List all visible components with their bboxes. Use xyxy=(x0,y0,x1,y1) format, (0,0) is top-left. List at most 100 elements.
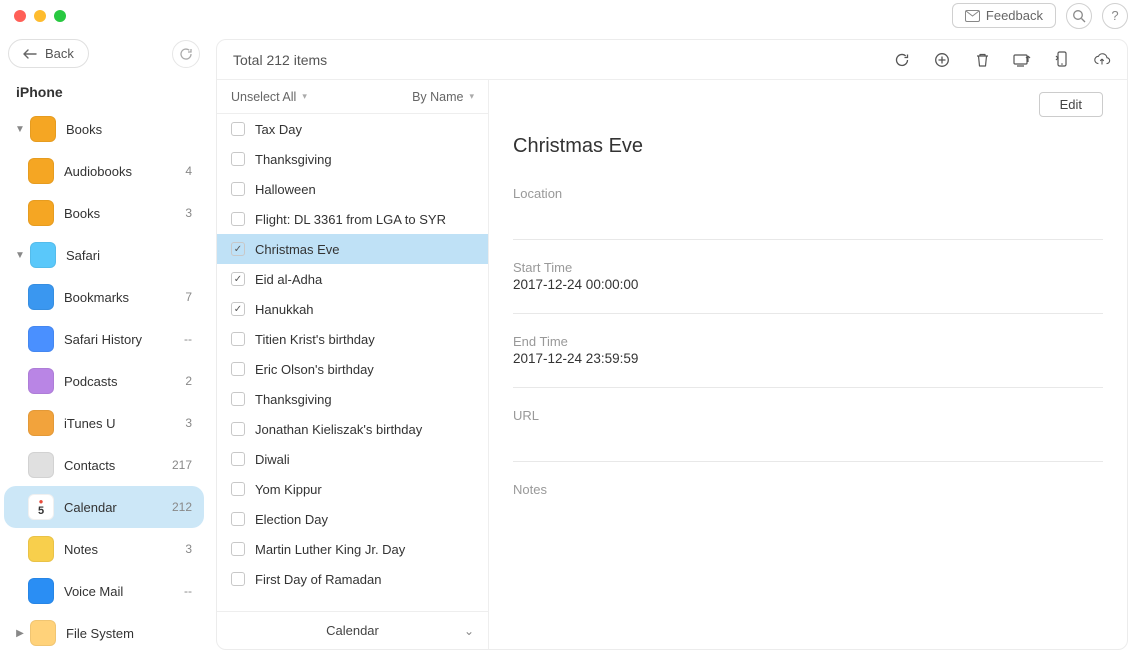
toolbar xyxy=(893,51,1111,69)
sidebar-item-label: Contacts xyxy=(64,458,172,473)
sidebar-item-label: Podcasts xyxy=(64,374,185,389)
notes-label: Notes xyxy=(513,482,1103,497)
start-time-field: Start Time 2017-12-24 00:00:00 xyxy=(513,260,1103,293)
checkbox[interactable] xyxy=(231,182,245,196)
event-list[interactable]: Tax Day Thanksgiving HalloweenFlight: DL 3… xyxy=(217,114,488,611)
event-list-row[interactable]: Martin Luther King Jr. Day xyxy=(217,534,488,564)
feedback-button[interactable]: Feedback xyxy=(952,3,1056,28)
checkbox[interactable] xyxy=(231,272,245,286)
event-label: Titien Krist's birthday xyxy=(255,332,375,347)
end-time-label: End Time xyxy=(513,334,1103,349)
chevron-down-icon: ▾ xyxy=(302,91,307,102)
event-list-row[interactable]: Hanukkah xyxy=(217,294,488,324)
sidebar-item-count: 3 xyxy=(185,542,192,556)
checkbox[interactable] xyxy=(231,422,245,436)
app-icon xyxy=(28,536,54,562)
event-list-row[interactable]: Eric Olson's birthday xyxy=(217,354,488,384)
checkbox[interactable] xyxy=(231,242,245,256)
event-list-row[interactable]: First Day of Ramadan xyxy=(217,564,488,594)
sidebar-item[interactable]: Books3 xyxy=(4,192,204,234)
event-label: Eid al-Adha xyxy=(255,272,322,287)
checkbox[interactable] xyxy=(231,332,245,346)
sidebar-refresh-button[interactable] xyxy=(172,40,200,68)
event-list-row[interactable]: Flight: DL 3361 from LGA to SYR xyxy=(217,204,488,234)
sort-toggle[interactable]: By Name ▾ xyxy=(412,90,474,104)
minimize-window-button[interactable] xyxy=(34,10,46,22)
sidebar-item[interactable]: iTunes U3 xyxy=(4,402,204,444)
sidebar-item[interactable]: Notes3 xyxy=(4,528,204,570)
edit-button[interactable]: Edit xyxy=(1039,92,1103,117)
event-label: Martin Luther King Jr. Day xyxy=(255,542,405,557)
checkbox[interactable] xyxy=(231,362,245,376)
checkbox[interactable] xyxy=(231,452,245,466)
checkbox[interactable] xyxy=(231,212,245,226)
sidebar: Back iPhone ▼BooksAudiobooks4Books3▼Safa… xyxy=(0,31,216,662)
list-header: Unselect All ▾ By Name ▾ xyxy=(217,80,488,114)
checkbox[interactable] xyxy=(231,122,245,136)
select-all-toggle[interactable]: Unselect All ▾ xyxy=(231,90,307,104)
sidebar-item[interactable]: Podcasts2 xyxy=(4,360,204,402)
delete-button[interactable] xyxy=(973,51,991,69)
refresh-button[interactable] xyxy=(893,51,911,69)
sidebar-group-header[interactable]: ▶File System xyxy=(4,612,204,654)
total-items-label: Total 212 items xyxy=(233,52,327,68)
event-list-row[interactable]: Thanksgiving xyxy=(217,384,488,414)
event-list-row[interactable]: Election Day xyxy=(217,504,488,534)
to-device-button[interactable] xyxy=(1013,51,1031,69)
back-button[interactable]: Back xyxy=(8,39,89,68)
event-list-row[interactable]: Diwali xyxy=(217,444,488,474)
url-value xyxy=(513,425,1103,441)
event-list-row[interactable]: Yom Kippur xyxy=(217,474,488,504)
maximize-window-button[interactable] xyxy=(54,10,66,22)
sidebar-item-count: 3 xyxy=(185,206,192,220)
sidebar-item-count: 212 xyxy=(172,500,192,514)
divider xyxy=(513,387,1103,388)
checkbox[interactable] xyxy=(231,152,245,166)
checkbox[interactable] xyxy=(231,482,245,496)
expand-icon: ▼ xyxy=(14,124,26,135)
event-list-row[interactable]: Tax Day xyxy=(217,114,488,144)
main-header: Total 212 items xyxy=(217,40,1127,80)
to-cloud-button[interactable] xyxy=(1093,51,1111,69)
select-all-label: Unselect All xyxy=(231,90,296,104)
sidebar-item[interactable]: ●5Calendar212 xyxy=(4,486,204,528)
sidebar-item-label: Bookmarks xyxy=(64,290,185,305)
divider xyxy=(513,461,1103,462)
close-window-button[interactable] xyxy=(14,10,26,22)
event-list-row[interactable]: Halloween xyxy=(217,174,488,204)
titlebar-right: Feedback ? xyxy=(952,3,1128,29)
event-list-row[interactable]: Eid al-Adha xyxy=(217,264,488,294)
event-list-row[interactable]: Titien Krist's birthday xyxy=(217,324,488,354)
list-footer[interactable]: Calendar ⌄ xyxy=(217,611,488,649)
start-time-label: Start Time xyxy=(513,260,1103,275)
event-label: Tax Day xyxy=(255,122,302,137)
sidebar-group-header[interactable]: ▼Safari xyxy=(4,234,204,276)
sidebar-group-header[interactable]: ▼Books xyxy=(4,108,204,150)
event-label: Thanksgiving xyxy=(255,392,332,407)
checkbox[interactable] xyxy=(231,392,245,406)
app-icon xyxy=(30,116,56,142)
event-label: Hanukkah xyxy=(255,302,314,317)
checkbox[interactable] xyxy=(231,542,245,556)
event-list-row[interactable]: Thanksgiving xyxy=(217,144,488,174)
help-button[interactable]: ? xyxy=(1102,3,1128,29)
sidebar-item[interactable]: Audiobooks4 xyxy=(4,150,204,192)
sidebar-item[interactable]: Voice Mail-- xyxy=(4,570,204,612)
event-label: First Day of Ramadan xyxy=(255,572,381,587)
add-button[interactable] xyxy=(933,51,951,69)
checkbox[interactable] xyxy=(231,512,245,526)
to-phone-button[interactable] xyxy=(1053,51,1071,69)
arrow-left-icon xyxy=(23,49,37,59)
search-button[interactable] xyxy=(1066,3,1092,29)
back-label: Back xyxy=(45,46,74,61)
event-list-row[interactable]: Christmas Eve xyxy=(217,234,488,264)
event-label: Thanksgiving xyxy=(255,152,332,167)
sidebar-item-label: Notes xyxy=(64,542,185,557)
checkbox[interactable] xyxy=(231,572,245,586)
sidebar-item[interactable]: Contacts217 xyxy=(4,444,204,486)
sidebar-item[interactable]: Safari History-- xyxy=(4,318,204,360)
sidebar-item[interactable]: Bookmarks7 xyxy=(4,276,204,318)
sidebar-item-count: 3 xyxy=(185,416,192,430)
checkbox[interactable] xyxy=(231,302,245,316)
event-list-row[interactable]: Jonathan Kieliszak's birthday xyxy=(217,414,488,444)
